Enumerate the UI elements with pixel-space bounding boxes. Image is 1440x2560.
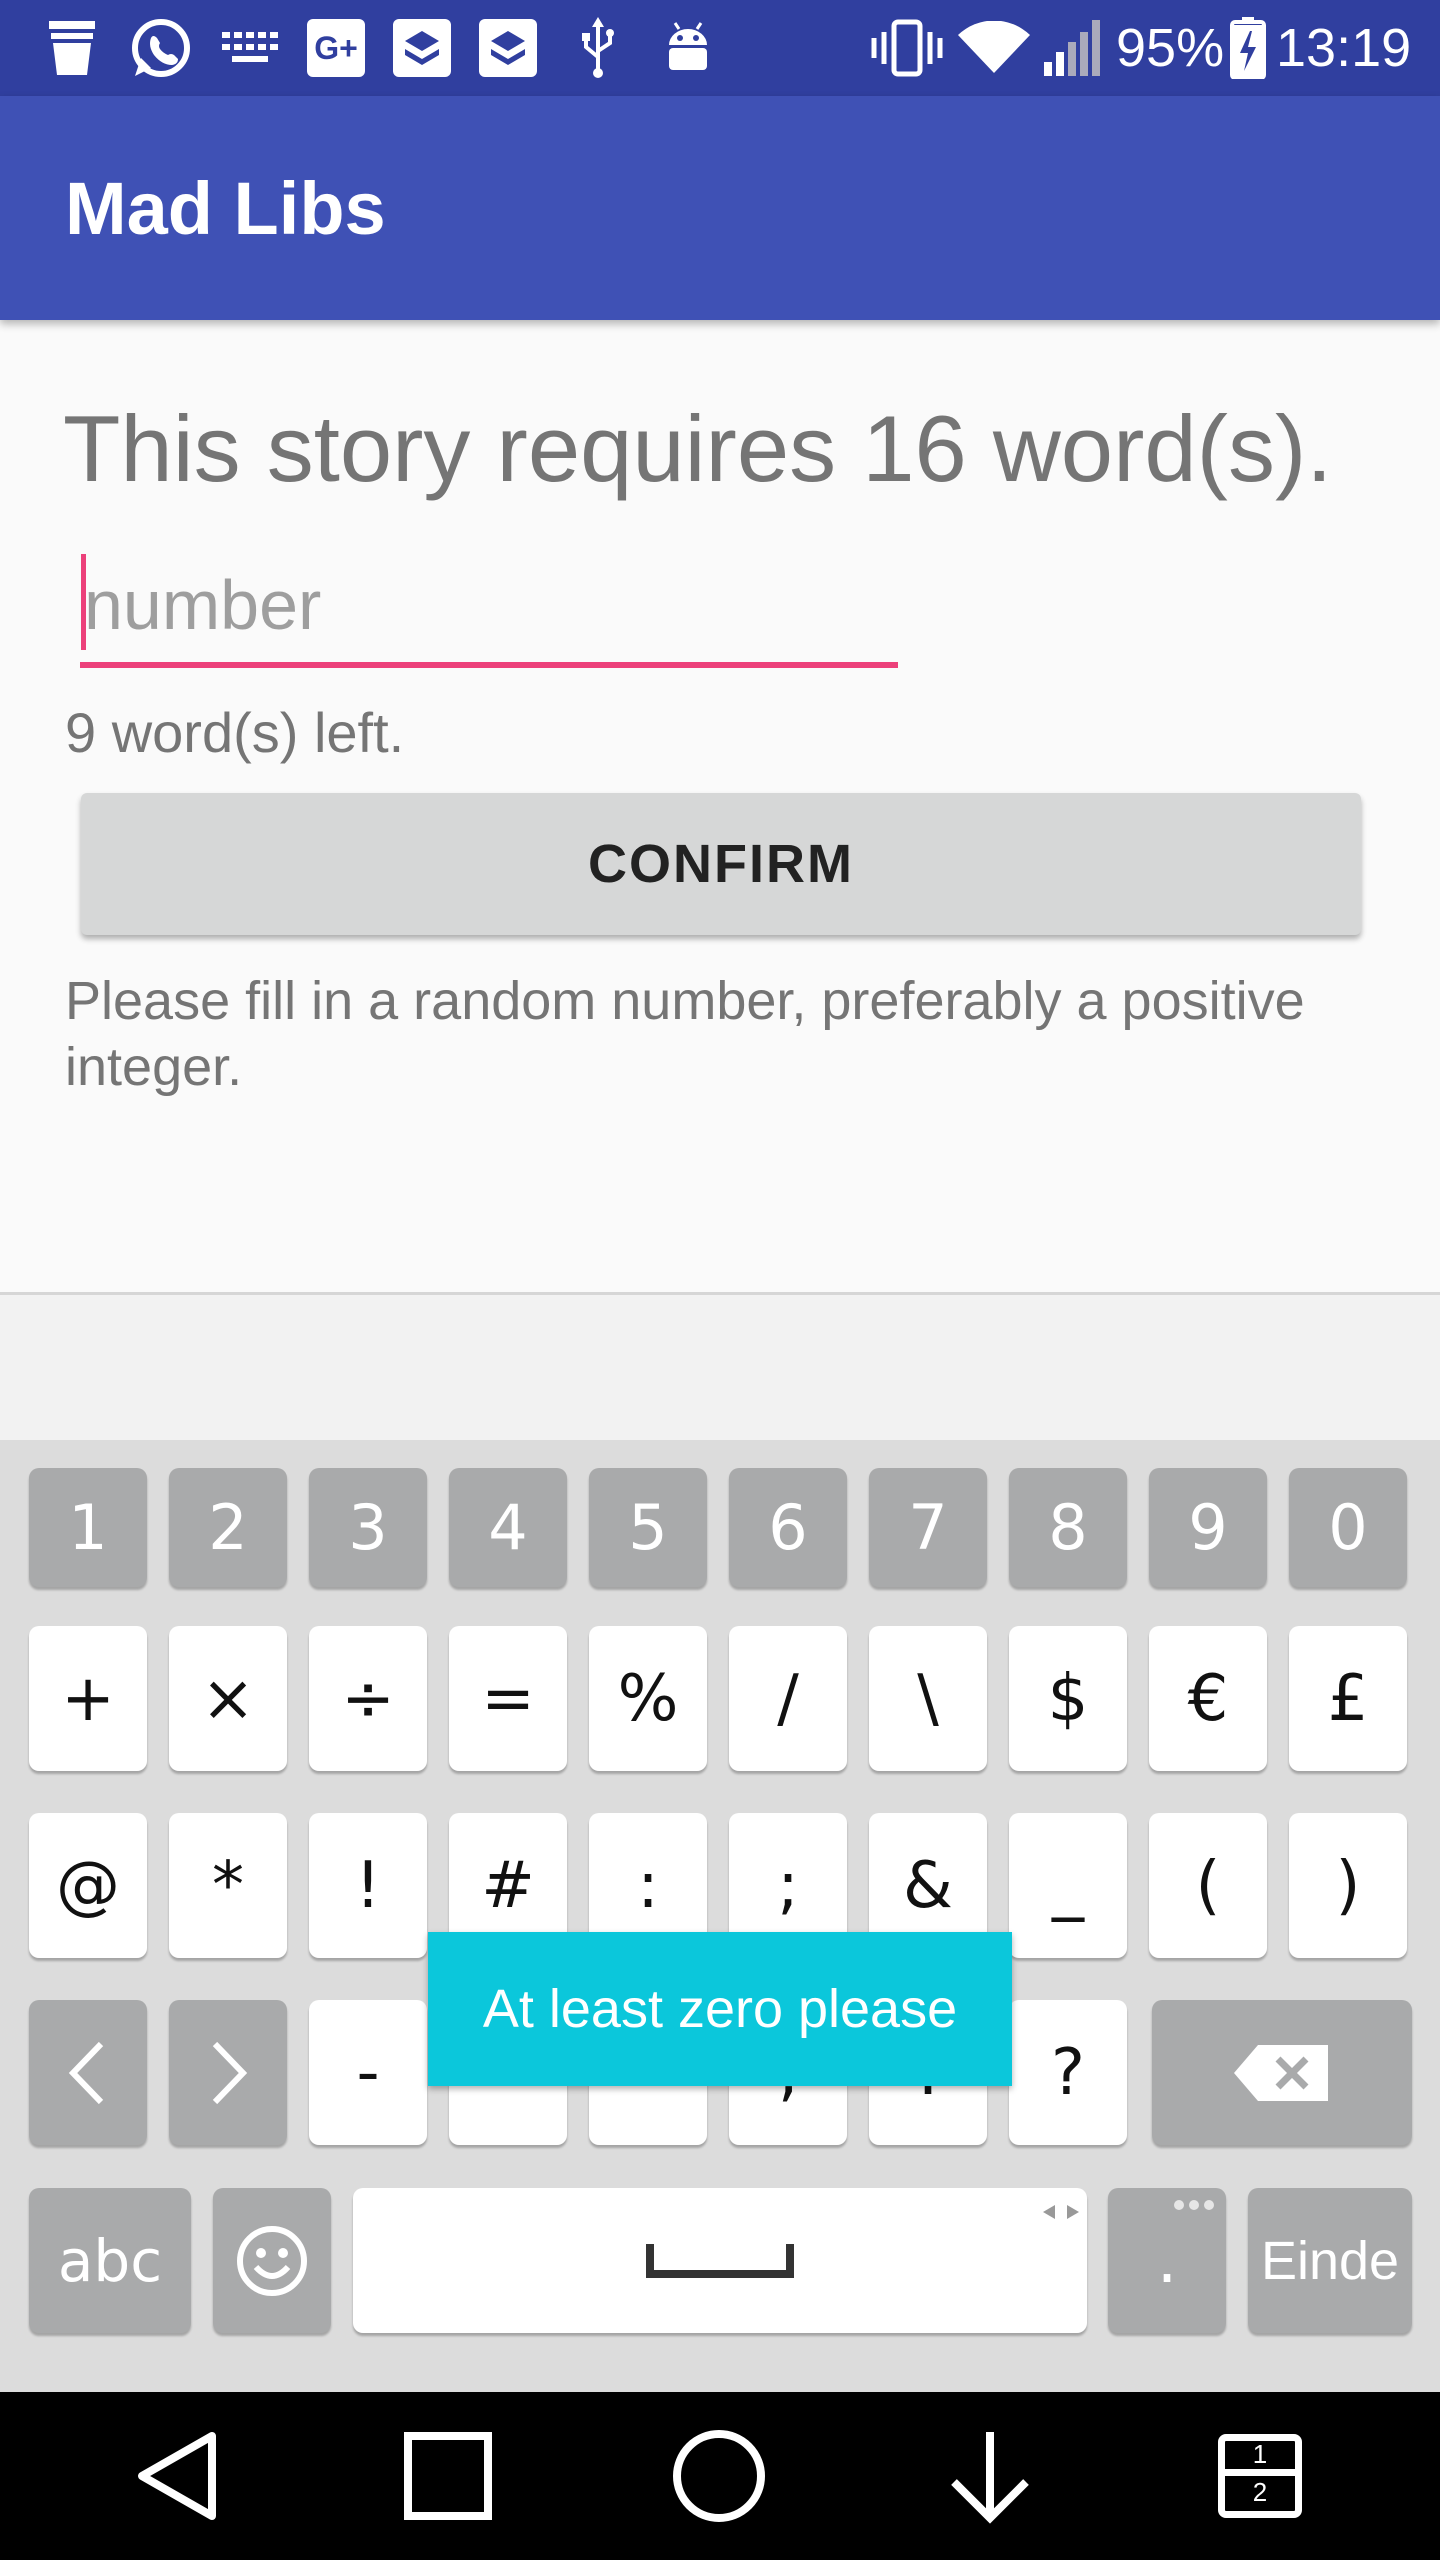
dual-window-icon: 1 2 — [1218, 2434, 1302, 2518]
app-bar: Mad Libs — [0, 96, 1440, 320]
toast-message: At least zero please — [428, 1932, 1012, 2086]
key-9[interactable]: 9 — [1149, 1468, 1267, 1587]
emoji-key[interactable] — [213, 2188, 331, 2333]
google-plus-icon: G+ — [306, 18, 366, 78]
battery-percent: 95% — [1116, 18, 1225, 78]
cursor-right-key[interactable] — [169, 2000, 287, 2145]
key-question[interactable]: ? — [1009, 2000, 1127, 2145]
status-bar: G+ 95% 13:19 — [0, 0, 1440, 96]
key-at[interactable]: @ — [29, 1813, 147, 1958]
back-button[interactable] — [118, 2416, 238, 2536]
word-input[interactable] — [80, 548, 898, 668]
whatsapp-icon — [126, 18, 196, 78]
key-1[interactable]: 1 — [29, 1468, 147, 1587]
signal-icon — [1040, 18, 1104, 78]
layers-icon — [392, 18, 452, 78]
key-asterisk[interactable]: * — [169, 1813, 287, 1958]
confirm-button[interactable]: CONFIRM — [81, 793, 1361, 935]
usb-icon — [576, 17, 620, 78]
key-percent[interactable]: % — [589, 1626, 707, 1771]
key-slash[interactable]: / — [729, 1626, 847, 1771]
key-backslash[interactable]: \ — [869, 1626, 987, 1771]
key-6[interactable]: 6 — [729, 1468, 847, 1587]
key-8[interactable]: 8 — [1009, 1468, 1127, 1587]
navigation-bar: 1 2 — [0, 2392, 1440, 2560]
back-icon — [138, 2432, 216, 2520]
keyboard-suggestion-strip — [0, 1292, 1440, 1440]
instruction-text: Please fill in a random number, preferab… — [65, 971, 1305, 1097]
key-3[interactable]: 3 — [309, 1468, 427, 1587]
period-key[interactable]: . — [1108, 2188, 1226, 2333]
notification-pull-icon — [951, 2432, 1029, 2524]
key-exclamation[interactable]: ! — [309, 1813, 427, 1958]
cursor-arrows-icon — [1043, 2205, 1079, 2219]
words-left-label: 9 word(s) left. — [65, 701, 405, 764]
key-7[interactable]: 7 — [869, 1468, 987, 1587]
keyboard-icon — [218, 18, 282, 78]
backspace-icon — [1234, 2044, 1328, 2101]
key-pound[interactable]: £ — [1289, 1626, 1407, 1771]
key-5[interactable]: 5 — [589, 1468, 707, 1587]
cursor-left-key[interactable] — [29, 2000, 147, 2145]
abc-key[interactable]: abc — [29, 2188, 191, 2333]
home-button[interactable] — [659, 2416, 779, 2536]
layers-icon — [478, 18, 538, 78]
text-cursor — [81, 554, 86, 650]
key-plus[interactable]: + — [29, 1626, 147, 1771]
key-4[interactable]: 4 — [449, 1468, 567, 1587]
key-open-paren[interactable]: ( — [1149, 1813, 1267, 1958]
status-time: 13:19 — [1276, 18, 1412, 78]
key-underscore[interactable]: _ — [1009, 1813, 1127, 1958]
key-hyphen[interactable]: - — [309, 2000, 427, 2145]
key-dollar[interactable]: $ — [1009, 1626, 1127, 1771]
recents-button[interactable] — [388, 2416, 508, 2536]
chevron-left-icon — [68, 2041, 104, 2104]
app-title: Mad Libs — [65, 167, 386, 250]
more-dots-icon — [1174, 2200, 1214, 2210]
battery-charging-icon — [1228, 17, 1268, 79]
notification-pull-button[interactable] — [930, 2416, 1050, 2536]
wifi-icon — [958, 18, 1030, 78]
backspace-key[interactable] — [1152, 2000, 1412, 2145]
key-equals[interactable]: = — [449, 1626, 567, 1771]
key-2[interactable]: 2 — [169, 1468, 287, 1587]
key-0[interactable]: 0 — [1289, 1468, 1407, 1587]
home-icon — [673, 2430, 765, 2522]
emoji-icon — [237, 2225, 307, 2296]
space-key[interactable] — [353, 2188, 1087, 2333]
cup-icon — [44, 18, 100, 78]
space-icon — [646, 2244, 794, 2278]
android-icon — [658, 18, 718, 78]
key-multiply[interactable]: × — [169, 1626, 287, 1771]
key-euro[interactable]: € — [1149, 1626, 1267, 1771]
vibrate-icon — [870, 18, 944, 78]
story-heading: This story requires 16 word(s). — [63, 396, 1333, 501]
key-close-paren[interactable]: ) — [1289, 1813, 1407, 1958]
enter-key[interactable]: Einde — [1248, 2188, 1412, 2333]
key-divide[interactable]: ÷ — [309, 1626, 427, 1771]
dual-window-button[interactable]: 1 2 — [1200, 2416, 1320, 2536]
recents-icon — [404, 2432, 492, 2520]
chevron-right-icon — [212, 2041, 248, 2104]
